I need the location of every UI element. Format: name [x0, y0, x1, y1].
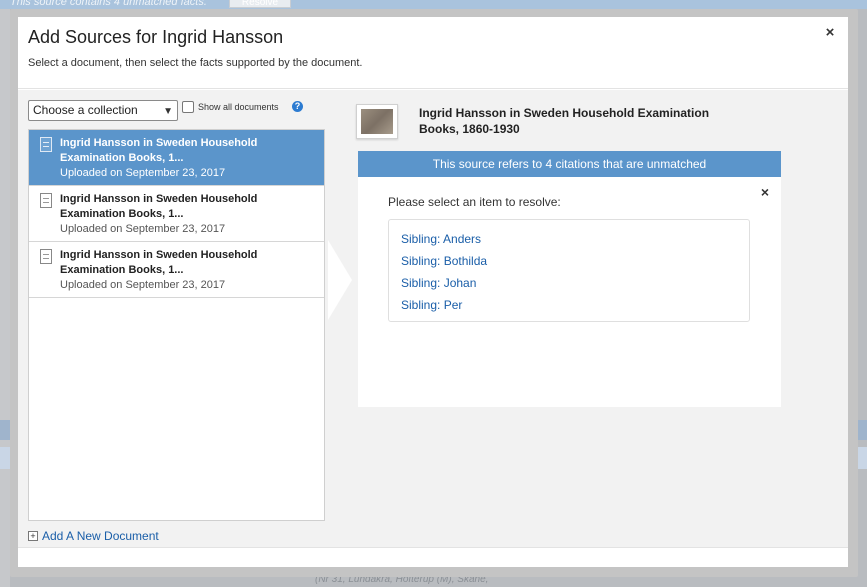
- background-stripe: [0, 420, 10, 440]
- add-document-link[interactable]: + Add A New Document: [28, 529, 159, 543]
- resolve-prompt: Please select an item to resolve:: [388, 195, 561, 209]
- add-document-label: Add A New Document: [42, 529, 159, 543]
- background-resolve-button: Resolve: [229, 0, 291, 8]
- plus-icon: +: [28, 531, 38, 541]
- resolve-item-link[interactable]: Sibling: Johan: [401, 272, 737, 294]
- document-title: Ingrid Hansson in Sweden Household Exami…: [60, 249, 258, 276]
- selection-pointer-arrow: [328, 240, 352, 320]
- show-all-documents[interactable]: Show all documents: [182, 101, 279, 113]
- add-sources-modal: Add Sources for Ingrid Hansson Select a …: [10, 9, 858, 577]
- document-column: Choose a collection ▼ Show all documents…: [18, 90, 328, 547]
- background-left-strip: [0, 9, 10, 587]
- list-item[interactable]: Ingrid Hansson in Sweden Household Exami…: [29, 130, 324, 186]
- modal-title: Add Sources for Ingrid Hansson: [28, 27, 284, 47]
- collection-select[interactable]: Choose a collection ▼: [28, 100, 178, 121]
- document-icon: [40, 193, 52, 208]
- document-date: Uploaded on September 23, 2017: [60, 167, 226, 179]
- resolve-item-link[interactable]: Sibling: Bothilda: [401, 250, 737, 272]
- source-detail-column: Ingrid Hansson in Sweden Household Exami…: [328, 90, 848, 547]
- background-notice-bar: This source contains 4 unmatched facts. …: [0, 0, 867, 9]
- background-notice-text: This source contains 4 unmatched facts.: [10, 0, 207, 8]
- resolve-panel: × Please select an item to resolve: Sibl…: [358, 177, 781, 407]
- source-thumbnail: [356, 104, 398, 139]
- document-list: Ingrid Hansson in Sweden Household Exami…: [28, 129, 325, 521]
- document-title: Ingrid Hansson in Sweden Household Exami…: [60, 193, 258, 220]
- resolve-item-link[interactable]: Sibling: Per: [401, 294, 737, 316]
- show-all-label: Show all documents: [198, 102, 279, 112]
- modal-footer: [18, 547, 848, 567]
- document-icon: [40, 249, 52, 264]
- source-title: Ingrid Hansson in Sweden Household Exami…: [419, 106, 710, 136]
- help-icon[interactable]: ?: [292, 101, 303, 112]
- show-all-checkbox[interactable]: [182, 101, 194, 113]
- resolve-item-list: Sibling: Anders Sibling: Bothilda Siblin…: [388, 219, 750, 322]
- close-icon[interactable]: ×: [822, 25, 838, 41]
- list-item[interactable]: Ingrid Hansson in Sweden Household Exami…: [29, 186, 324, 242]
- chevron-down-icon: ▼: [163, 106, 173, 117]
- document-date: Uploaded on September 23, 2017: [60, 223, 226, 235]
- close-icon[interactable]: ×: [761, 184, 769, 200]
- unmatched-citations-banner: This source refers to 4 citations that a…: [358, 151, 781, 177]
- source-thumbnail-image: [361, 109, 393, 134]
- list-item[interactable]: Ingrid Hansson in Sweden Household Exami…: [29, 242, 324, 298]
- modal-subtitle: Select a document, then select the facts…: [28, 57, 363, 69]
- collection-select-value: Choose a collection: [33, 103, 138, 117]
- document-date: Uploaded on September 23, 2017: [60, 279, 226, 291]
- background-stripe: [0, 447, 10, 469]
- document-title: Ingrid Hansson in Sweden Household Exami…: [60, 137, 258, 164]
- modal-header: Add Sources for Ingrid Hansson Select a …: [18, 17, 848, 89]
- resolve-item-link[interactable]: Sibling: Anders: [401, 228, 737, 250]
- document-icon: [40, 137, 52, 152]
- modal-body: Add Sources for Ingrid Hansson Select a …: [18, 17, 848, 567]
